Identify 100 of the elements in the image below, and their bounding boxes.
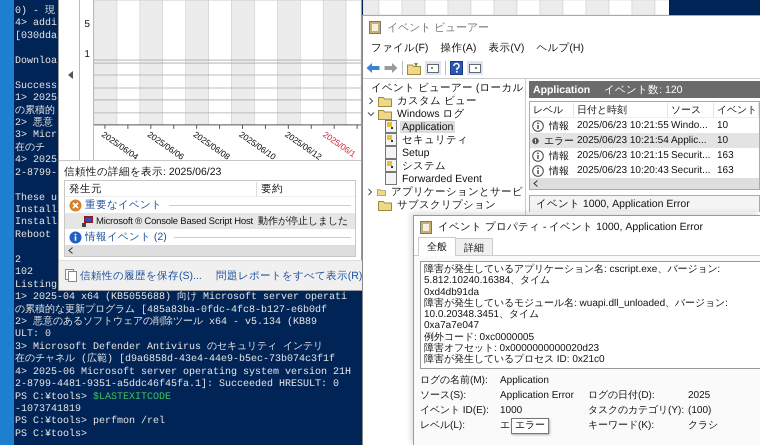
terminal-line: Listing bbox=[15, 280, 58, 291]
field-label: キーワード(K): bbox=[588, 418, 656, 433]
terminal-line: 0) - 現 bbox=[15, 6, 56, 17]
prompt-text: PS C:¥tools> bbox=[15, 416, 88, 428]
tree-item[interactable]: カスタム ビュー bbox=[395, 94, 479, 108]
info-icon bbox=[532, 150, 544, 162]
datetime-text: 2025/06/23 10:21:55 bbox=[576, 120, 668, 131]
field-value: (100) bbox=[688, 404, 712, 416]
source-text: Applic... bbox=[670, 135, 708, 146]
column-header[interactable]: 要約 bbox=[257, 182, 283, 196]
chevron-down-icon[interactable] bbox=[366, 110, 374, 118]
source-text: Securit... bbox=[670, 165, 712, 176]
event-row[interactable]: 情報 2025/06/23 10:20:43 Securit... 163 bbox=[530, 163, 759, 178]
tree-item[interactable]: Setup bbox=[400, 146, 432, 158]
footer-link[interactable]: 信頼性の履歴を保存(S)... bbox=[80, 268, 202, 282]
document-icon bbox=[65, 269, 77, 282]
field-value: Application Error bbox=[500, 390, 574, 401]
event-row[interactable]: Microsoft ® Console Based Script Host 動作が停止しました bbox=[65, 213, 355, 229]
description-line: 例外コード: 0xc0000005 bbox=[424, 332, 536, 343]
log-icon bbox=[385, 159, 397, 172]
field-label: タスクのカテゴリ(Y): bbox=[588, 404, 686, 418]
event-row[interactable]: 情報 2025/06/23 10:21:15 Securit... 163 bbox=[530, 148, 759, 163]
panel-icon[interactable] bbox=[425, 61, 441, 75]
column-header[interactable]: ソース bbox=[668, 102, 714, 116]
terminal-line: 2-8799-4481-9351-a5ddc46f45fa.1]: Succeeded HRESULT: 0 bbox=[15, 379, 340, 390]
tree-item[interactable]: イベント ビューアー (ローカル bbox=[369, 80, 526, 94]
event-count: イベント数: 120 bbox=[604, 82, 683, 96]
description-line: 0xd4db91da bbox=[424, 286, 480, 298]
terminal-line: Install bbox=[15, 217, 58, 228]
pane-title: Application bbox=[533, 84, 590, 96]
help-icon[interactable] bbox=[450, 61, 463, 75]
log-icon bbox=[385, 120, 397, 133]
group-header[interactable]: 情報イベント (2) bbox=[85, 230, 167, 244]
description-line: 障害が発生しているモジュール名: wuapi.dll_unloaded、バージョン: 10.0.20348.3451、タイム bbox=[424, 298, 729, 320]
group-header[interactable]: 重要なイベント bbox=[85, 198, 162, 212]
event-viewer-icon bbox=[369, 20, 381, 34]
event-id-text: 163 bbox=[716, 150, 735, 161]
scroll-left-icon[interactable] bbox=[68, 71, 73, 79]
menu-item[interactable]: 表示(V) bbox=[482, 41, 530, 55]
chevron-right-icon[interactable] bbox=[366, 96, 374, 104]
event-id-text: 10 bbox=[716, 120, 730, 131]
folder-icon bbox=[378, 108, 392, 120]
scroll-left-icon[interactable] bbox=[68, 247, 73, 254]
terminal-line: 1> 2025 bbox=[15, 93, 58, 104]
column-header[interactable]: レベル bbox=[530, 102, 574, 116]
log-icon bbox=[385, 146, 397, 159]
back-arrow-icon[interactable] bbox=[366, 62, 380, 74]
dialog-title: イベント プロパティ - イベント 1000, Application Error bbox=[438, 220, 703, 234]
level-text: 情報 bbox=[548, 120, 569, 132]
menu-item[interactable]: ファイル(F) bbox=[365, 41, 434, 55]
properties-icon bbox=[420, 220, 432, 234]
details-title: 信頼性の詳細を表示: 2025/06/23 bbox=[64, 165, 222, 180]
description-line: 障害が発生しているプロセス ID: 0x21c0 bbox=[424, 354, 606, 366]
column-header[interactable]: イベント bbox=[714, 102, 759, 116]
window-title: イベント ビューアー bbox=[387, 20, 490, 34]
event-row[interactable]: 情報 2025/06/23 10:21:55 Windo... 10 bbox=[530, 118, 759, 133]
summary-text: 動作が停止しました bbox=[258, 214, 348, 228]
event-id-text: 163 bbox=[716, 165, 735, 176]
folder-icon[interactable] bbox=[407, 62, 421, 74]
terminal-line: -1073741819 bbox=[15, 404, 82, 415]
forward-arrow-icon[interactable] bbox=[384, 62, 398, 74]
field-label: イベント ID(E): bbox=[420, 404, 490, 418]
menu-item[interactable]: ヘルプ(H) bbox=[530, 41, 590, 55]
terminal-line: 2-8799- bbox=[15, 168, 58, 179]
datetime-text: 2025/06/23 10:21:15 bbox=[576, 150, 668, 161]
event-row[interactable]: エラー 2025/06/23 10:21:54 Applic... 10 bbox=[530, 133, 759, 148]
tree-item[interactable]: Forwarded Event bbox=[400, 172, 484, 184]
field-value: エ bbox=[500, 420, 510, 431]
field-value: クラシ bbox=[688, 420, 718, 431]
tree-item[interactable]: Application bbox=[400, 120, 456, 132]
info-icon bbox=[532, 164, 544, 176]
level-text: 情報 bbox=[548, 164, 569, 178]
folder-icon bbox=[378, 94, 392, 106]
axis-label: 5 bbox=[84, 19, 90, 30]
column-header[interactable]: 発生元 bbox=[65, 182, 257, 196]
tree-item[interactable]: セキュリティ bbox=[400, 132, 470, 146]
terminal-line: Downloa bbox=[15, 56, 58, 67]
scroll-left-icon[interactable] bbox=[533, 180, 538, 187]
horizontal-scrollbar[interactable] bbox=[530, 178, 759, 189]
tree-item[interactable]: アプリケーションとサービ bbox=[389, 184, 525, 198]
program-icon bbox=[81, 214, 94, 228]
terminal-line: 4> 2025-06 Microsoft server operating system version 21H bbox=[15, 366, 352, 378]
command-text: $LASTEXITCODE bbox=[93, 392, 172, 403]
terminal-line: 102 bbox=[15, 267, 34, 278]
horizontal-scrollbar[interactable] bbox=[65, 245, 355, 256]
chevron-right-icon[interactable] bbox=[366, 188, 374, 196]
tree-item[interactable]: Windows ログ bbox=[395, 106, 467, 120]
terminal-line: These u bbox=[15, 192, 58, 204]
tree-item[interactable]: システム bbox=[400, 158, 448, 172]
tree-item[interactable]: サブスクリプション bbox=[395, 198, 498, 212]
terminal-line: Reboot bbox=[15, 230, 52, 241]
footer-link[interactable]: 問題レポートをすべて表示(R) bbox=[216, 268, 362, 282]
menu-item[interactable]: 操作(A) bbox=[434, 41, 482, 55]
panel-icon[interactable] bbox=[467, 61, 483, 75]
log-icon bbox=[385, 133, 397, 146]
column-header[interactable]: 日付と時刻 bbox=[574, 102, 668, 116]
tab[interactable]: 全般 bbox=[418, 237, 456, 256]
terminal-line: の累積的 bbox=[15, 106, 55, 116]
prompt-text: PS C:¥tools> bbox=[15, 392, 88, 403]
tab[interactable]: 詳細 bbox=[455, 238, 493, 255]
